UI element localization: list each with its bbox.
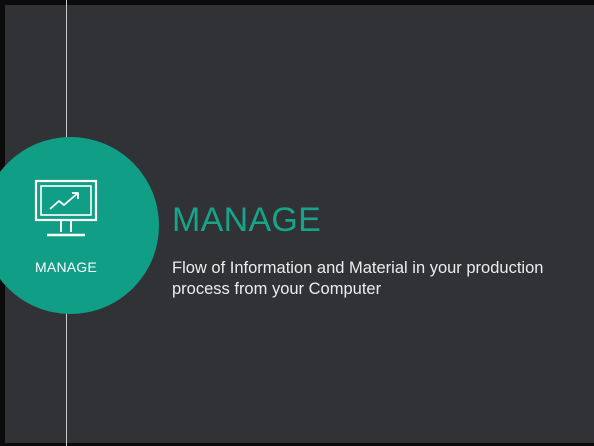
slide: MANAGE MANAGE Flow of Information and Ma… (0, 0, 594, 446)
slide-top-border (0, 0, 594, 5)
monitor-chart-icon (34, 179, 98, 237)
slide-title: MANAGE (172, 201, 322, 239)
slide-subtitle: Flow of Information and Material in your… (172, 259, 544, 298)
badge-label: MANAGE (35, 259, 97, 275)
